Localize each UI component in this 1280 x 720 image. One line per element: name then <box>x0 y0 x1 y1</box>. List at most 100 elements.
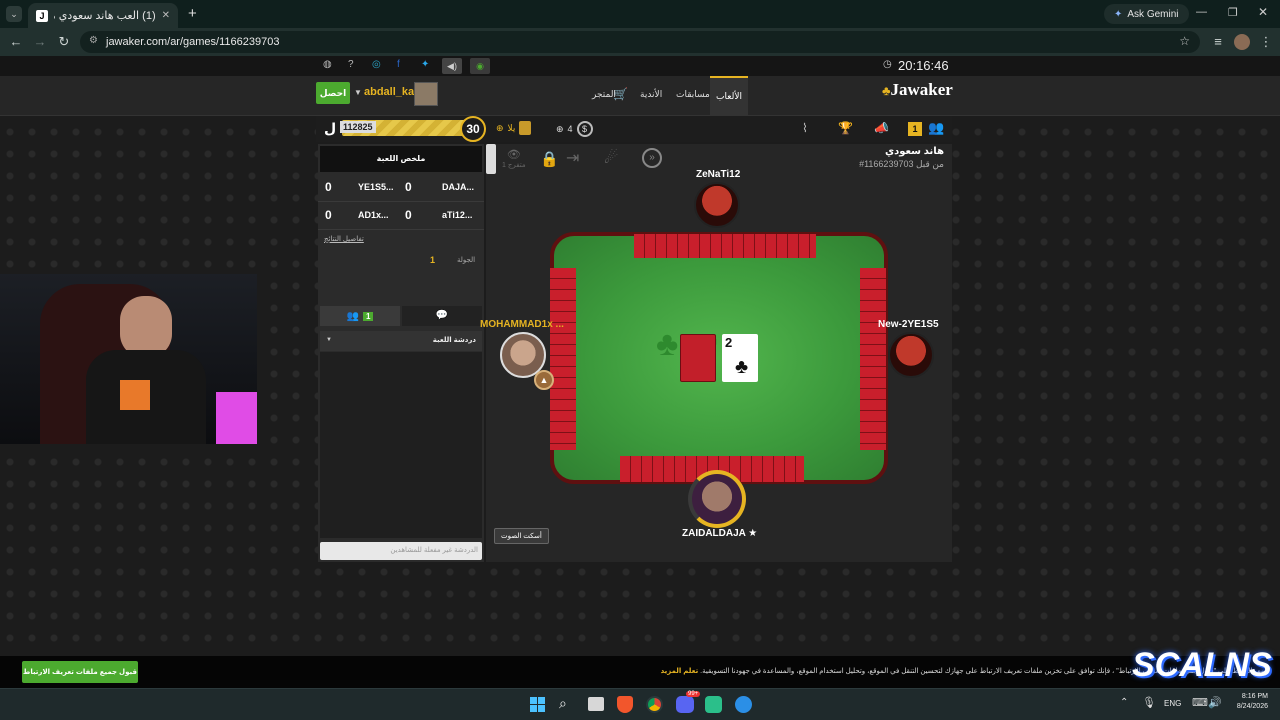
accept-cookies-button[interactable]: قبول جميع ملفات تعريف الارتباط <box>22 661 138 683</box>
plus-gem-icon[interactable]: ⊕ <box>496 123 504 134</box>
help-icon[interactable]: ? <box>348 59 354 70</box>
token-icon: $ <box>576 121 593 137</box>
forward-arrow-icon[interactable]: → <box>32 34 48 50</box>
social-strip: ◍ ? ◎ f ✦ ◀) ◉ ◷ 20:16:46 <box>0 56 1280 76</box>
chat-messages <box>320 352 482 538</box>
trophy-icon[interactable]: 🏆 <box>838 121 853 135</box>
score-value: 0 <box>405 180 412 194</box>
address-bar[interactable]: ⚙ jawaker.com/ar/games/1166239703 ☆ <box>80 31 1200 53</box>
back-arrow-icon[interactable]: ← <box>8 34 24 50</box>
mute-sound-button[interactable]: أسكت الصوت <box>494 528 549 544</box>
system-clock[interactable]: 8:16 PM 8/24/2026 <box>1228 693 1268 710</box>
notification-count: 1 <box>908 122 922 136</box>
nav-store[interactable]: المتجر <box>592 89 616 100</box>
megaphone-icon[interactable]: 📣 <box>874 121 889 135</box>
nav-tournaments[interactable]: مسابقات <box>676 89 710 100</box>
app-icon[interactable] <box>705 696 722 713</box>
user-avatar[interactable] <box>414 82 438 106</box>
chat-bubble-icon: 💬 <box>435 310 449 321</box>
profile-avatar[interactable] <box>1234 34 1250 50</box>
player-short-name: AD1x... <box>358 210 389 220</box>
maximize-window-icon[interactable]: ❐ <box>1228 6 1238 19</box>
globe-icon[interactable]: ◍ <box>323 59 332 70</box>
chat-channel-select[interactable]: ▼ دردشة اللعبة <box>320 331 482 351</box>
chat-input[interactable]: الدردشة غير مفعلة للمشاهدين <box>320 542 482 560</box>
players-icon: 👥 <box>346 310 359 322</box>
user-dropdown-icon[interactable]: ▼ <box>354 88 362 97</box>
discord-icon[interactable]: 99+ <box>676 691 701 713</box>
instagram-icon[interactable]: ◎ <box>372 59 381 70</box>
top-player-hand <box>634 234 816 258</box>
player-name-bottom: ZAIDALDAJA ★ <box>682 528 757 539</box>
sound-icon[interactable]: ◀) <box>442 58 462 74</box>
player-avatar-top[interactable] <box>694 182 740 228</box>
search-icon[interactable]: ⌕ <box>559 695 567 712</box>
score-details-link[interactable]: تفاصيل النتائج <box>324 235 364 243</box>
round-value: 1 <box>430 255 436 265</box>
site-info-icon[interactable]: ⚙ <box>89 35 98 46</box>
leave-door-icon[interactable]: ⇥ <box>566 148 579 168</box>
game-board: 👁 1 متفرج 🔒 ⇥ ☄ » هاند سعودي #1166239703… <box>480 144 952 562</box>
tab-search-icon[interactable]: ⌄ <box>6 6 22 22</box>
lock-icon[interactable]: 🔒 <box>540 150 559 168</box>
brave-browser-icon[interactable] <box>617 696 633 713</box>
player-short-name: aTi12... <box>442 210 473 220</box>
player-name-top: ZeNaTi12 <box>696 169 741 180</box>
fast-forward-icon[interactable]: » <box>642 148 662 168</box>
played-card-2-clubs: 2 ♣ <box>722 334 758 382</box>
bookmark-star-icon[interactable]: ☆ <box>1179 34 1190 48</box>
browser-tab[interactable]: J (1) العب هاند سعودي مع أصدقاء ✕ <box>28 3 178 28</box>
played-card-back <box>680 334 716 382</box>
webcam-overlay <box>0 274 257 444</box>
kick-icon[interactable]: ☄ <box>604 148 618 168</box>
token-counter[interactable]: ⊕ 4 $ <box>556 121 593 137</box>
microphone-icon[interactable]: 🎙 <box>1142 696 1156 709</box>
file-explorer-icon[interactable] <box>588 697 604 711</box>
scroll-handle[interactable] <box>486 144 496 174</box>
reading-list-icon[interactable]: ≡ <box>1210 34 1226 50</box>
controller-icon[interactable]: ◉ <box>470 58 490 74</box>
pink-light <box>216 392 257 444</box>
gems-label: يلا <box>507 122 516 133</box>
clock-icon: ◷ <box>883 59 892 70</box>
network-icon[interactable]: ⌨ <box>1192 696 1208 709</box>
close-window-icon[interactable]: ✕ <box>1258 5 1268 19</box>
messenger-icon[interactable] <box>735 696 752 713</box>
jawaker-logo[interactable]: ♣Jawaker <box>882 80 953 100</box>
score-row: 0 YE1S5... 0 DAJA... <box>318 174 484 202</box>
rss-icon[interactable]: ⌇ <box>802 121 808 135</box>
player-avatar-bottom[interactable] <box>688 470 746 528</box>
tab-chat[interactable]: 💬 <box>402 306 482 326</box>
browser-menu-icon[interactable]: ⋮ <box>1258 34 1274 50</box>
game-name: هاند سعودي <box>884 146 944 157</box>
new-tab-button[interactable]: + <box>188 5 197 22</box>
player-avatar-right[interactable] <box>888 332 934 378</box>
close-tab-icon[interactable]: ✕ <box>162 10 170 21</box>
right-player-hand <box>860 268 886 450</box>
server-clock: 20:16:46 <box>898 58 949 73</box>
windows-taskbar: ⌕ 99+ ⌃ 🎙 ENG ⌨ 🔊 8:16 PM 8/24/2026 <box>0 688 1280 720</box>
plus-token-icon[interactable]: ⊕ <box>556 124 564 135</box>
chrome-icon[interactable] <box>645 695 664 714</box>
get-button[interactable]: احصل <box>316 82 350 104</box>
friends-icon[interactable]: 👥 <box>928 120 944 136</box>
player-name-right: New-2YE1S5 <box>878 319 939 330</box>
windows-start-icon[interactable] <box>530 697 545 712</box>
language-indicator[interactable]: ENG <box>1164 699 1181 708</box>
twitter-icon[interactable]: ✦ <box>421 59 429 70</box>
gems-counter[interactable]: ⊕ يلا <box>496 121 532 135</box>
ask-gemini-button[interactable]: ✦ Ask Gemini <box>1104 4 1189 24</box>
tab-players[interactable]: 👥 1 <box>320 306 400 326</box>
watchers-count: 1 <box>502 162 506 169</box>
nav-games[interactable]: الألعاب <box>710 76 748 116</box>
watchers[interactable]: 👁 1 متفرج <box>502 148 526 169</box>
url-text: jawaker.com/ar/games/1166239703 <box>106 36 280 48</box>
volume-icon[interactable]: 🔊 <box>1208 696 1222 709</box>
hidden-icons-chevron-icon[interactable]: ⌃ <box>1120 697 1128 708</box>
facebook-icon[interactable]: f <box>397 59 400 70</box>
reload-icon[interactable]: ↻ <box>56 34 72 50</box>
nav-clubs[interactable]: الأندية <box>640 89 662 100</box>
learn-more-link[interactable]: تعلم المزيد <box>661 668 699 675</box>
username[interactable]: abdall_kal <box>364 86 417 98</box>
minimize-window-icon[interactable]: — <box>1196 6 1207 18</box>
